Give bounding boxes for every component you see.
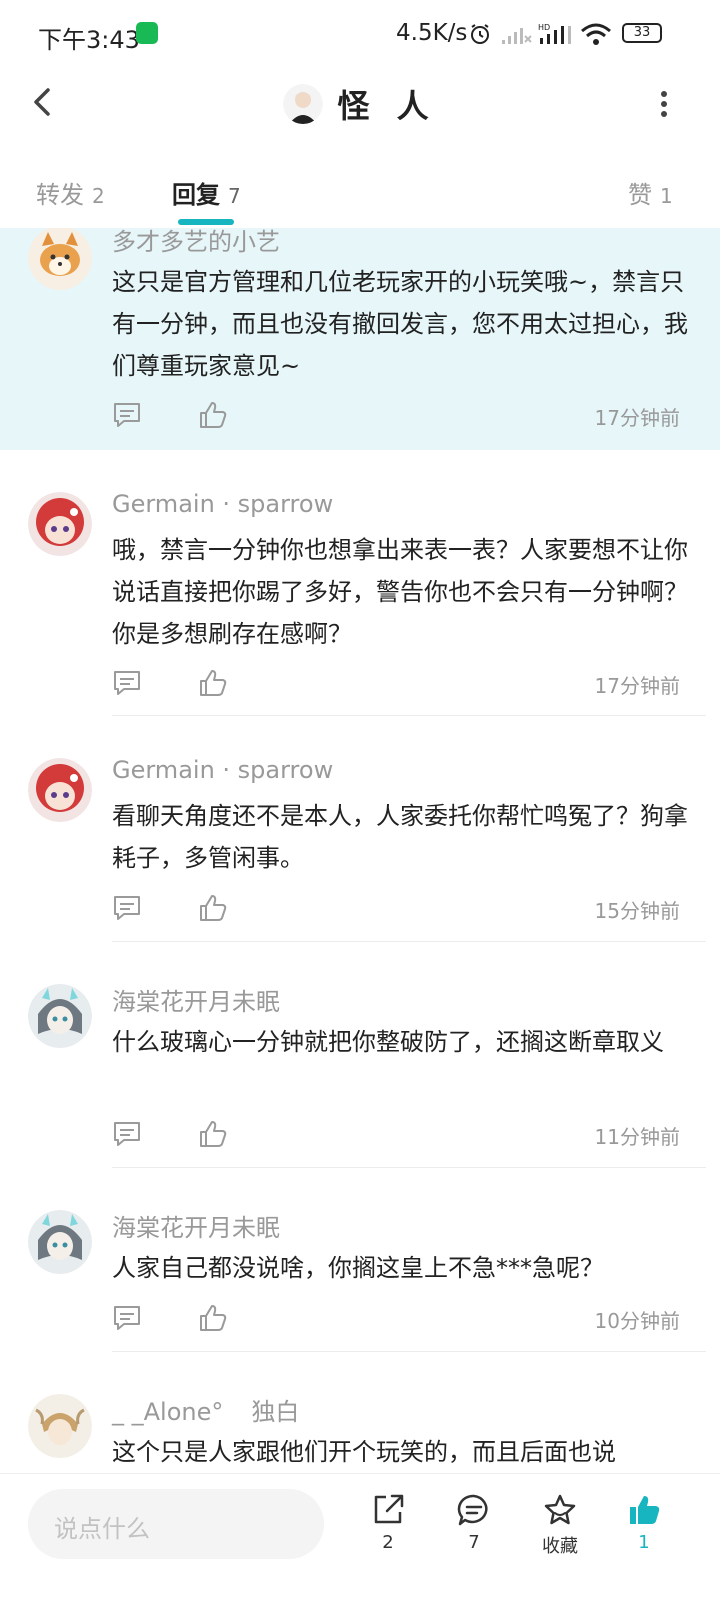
- reply-icon[interactable]: [112, 893, 142, 923]
- comment-time: 15分钟前: [594, 899, 680, 923]
- avatar[interactable]: [283, 84, 324, 124]
- comment-time: 17分钟前: [594, 406, 680, 430]
- comment-list[interactable]: 多才多艺的小艺 这只是官方管理和几位老玩家开的小玩笑哦~，禁言只有一分钟，而且也…: [0, 228, 720, 1473]
- comment-actions: 11分钟前: [112, 1119, 680, 1149]
- username-group[interactable]: _ _Alone° 独白: [112, 1392, 299, 1427]
- top-bar: 怪 人: [0, 70, 720, 140]
- star-icon: [544, 1494, 576, 1525]
- avatar[interactable]: [28, 492, 92, 556]
- page-title: 怪 人: [337, 87, 437, 125]
- like-icon[interactable]: [198, 1119, 228, 1149]
- thumbs-up-icon: [630, 1496, 660, 1524]
- favorite-label: 收藏: [542, 1536, 578, 1557]
- like-icon[interactable]: [198, 400, 228, 430]
- like-icon[interactable]: [198, 1303, 228, 1333]
- tab-replies[interactable]: 回复 7: [172, 175, 241, 210]
- input-placeholder: 说点什么: [54, 1515, 150, 1543]
- comment-actions: 15分钟前: [112, 893, 680, 923]
- share-icon: [374, 1494, 404, 1524]
- favorite-button[interactable]: 收藏: [530, 1492, 590, 1558]
- comment-time: 17分钟前: [594, 674, 680, 698]
- wifi-icon: [581, 23, 611, 45]
- comment-actions: 17分钟前: [112, 400, 680, 430]
- username[interactable]: Germain · sparrow: [112, 490, 333, 518]
- avatar[interactable]: [28, 228, 92, 290]
- battery-indicator: 33: [622, 23, 662, 43]
- tab-forward[interactable]: 转发 2: [36, 175, 105, 210]
- username: _ _Alone°: [112, 1398, 224, 1426]
- alarm-icon: [471, 24, 489, 44]
- comment-text: 这只是官方管理和几位老玩家开的小玩笑哦~，禁言只有一分钟，而且也没有撤回发言，您…: [112, 268, 688, 380]
- comment-text: 哦，禁言一分钟你也想拿出来表一表？人家要想不让你说话直接把你踢了多好，警告你也不…: [112, 536, 688, 648]
- tab-label: 转发: [36, 181, 84, 209]
- comment-input[interactable]: 说点什么: [28, 1489, 324, 1559]
- comment-text: 什么玻璃心一分钟就把你整破防了，还搁这断章取义: [112, 1028, 664, 1056]
- comment-text: 这个只是人家跟他们开个玩笑的，而且后面也说: [112, 1438, 616, 1466]
- bottom-action-bar: 说点什么 2 7 收藏 1: [0, 1473, 720, 1601]
- comment-item: 多才多艺的小艺 这只是官方管理和几位老玩家开的小玩笑哦~，禁言只有一分钟，而且也…: [0, 228, 720, 450]
- like-icon[interactable]: [198, 668, 228, 698]
- username[interactable]: Germain · sparrow: [112, 756, 333, 784]
- username[interactable]: 海棠花开月未眠: [112, 1208, 280, 1243]
- tab-bar: 转发 2 回复 7 赞1: [0, 165, 720, 225]
- reply-icon[interactable]: [112, 668, 142, 698]
- status-bar: 下午3:43 4.5K/s HD 33: [0, 0, 720, 70]
- more-vertical-icon[interactable]: [654, 84, 674, 124]
- active-tab-indicator: [178, 219, 234, 225]
- signal-1-icon: [502, 28, 532, 44]
- share-button[interactable]: 2: [358, 1492, 418, 1553]
- username[interactable]: 海棠花开月未眠: [112, 982, 280, 1017]
- title-group: 怪 人: [0, 78, 720, 130]
- svg-text:HD: HD: [538, 23, 550, 32]
- avatar[interactable]: [28, 1394, 92, 1458]
- tab-label: 回复: [172, 181, 220, 209]
- comment-item: 海棠花开月未眠 人家自己都没说啥，你搁这皇上不急***急呢？ 10分钟前: [0, 1168, 720, 1352]
- comment-item: Germain · sparrow 看聊天角度还不是本人，人家委托你帮忙鸣冤了？…: [0, 716, 720, 942]
- comment-item: Germain · sparrow 哦，禁言一分钟你也想拿出来表一表？人家要想不…: [0, 450, 720, 716]
- share-count: 2: [382, 1532, 394, 1553]
- avatar[interactable]: [28, 1210, 92, 1274]
- comment-actions: 17分钟前: [112, 668, 680, 698]
- comment-button[interactable]: 7: [444, 1492, 504, 1553]
- comment-text: 看聊天角度还不是本人，人家委托你帮忙鸣冤了？狗拿耗子，多管闲事。: [112, 802, 688, 872]
- reply-icon[interactable]: [112, 1119, 142, 1149]
- comment-item: _ _Alone° 独白 这个只是人家跟他们开个玩笑的，而且后面也说: [0, 1352, 720, 1473]
- network-speed: 4.5K/s: [396, 20, 468, 46]
- reply-icon[interactable]: [112, 1303, 142, 1333]
- tab-label: 赞: [628, 181, 652, 209]
- user-tag: 独白: [251, 1398, 300, 1426]
- comment-time: 11分钟前: [594, 1125, 680, 1149]
- comment-item: 海棠花开月未眠 什么玻璃心一分钟就把你整破防了，还搁这断章取义 11分钟前: [0, 942, 720, 1168]
- tab-likes[interactable]: 赞1: [628, 175, 673, 210]
- comment-count: 7: [468, 1532, 480, 1553]
- tab-count: 2: [92, 184, 105, 208]
- comment-text: 人家自己都没说啥，你搁这皇上不急***急呢？: [112, 1254, 604, 1282]
- comment-time: 10分钟前: [594, 1309, 680, 1333]
- like-count: 1: [638, 1532, 650, 1553]
- comment-actions: 10分钟前: [112, 1303, 680, 1333]
- comment-icon: [457, 1494, 488, 1526]
- tab-count: 7: [228, 184, 241, 208]
- like-button[interactable]: 1: [614, 1492, 674, 1553]
- signal-hd-icon: HD: [538, 23, 571, 44]
- status-time: 下午3:43: [38, 26, 140, 54]
- avatar[interactable]: [28, 758, 92, 822]
- tab-count: 1: [660, 184, 673, 208]
- username[interactable]: 多才多艺的小艺: [112, 228, 280, 257]
- reply-icon[interactable]: [112, 400, 142, 430]
- like-icon[interactable]: [198, 893, 228, 923]
- avatar[interactable]: [28, 984, 92, 1048]
- wechat-icon: [136, 22, 158, 44]
